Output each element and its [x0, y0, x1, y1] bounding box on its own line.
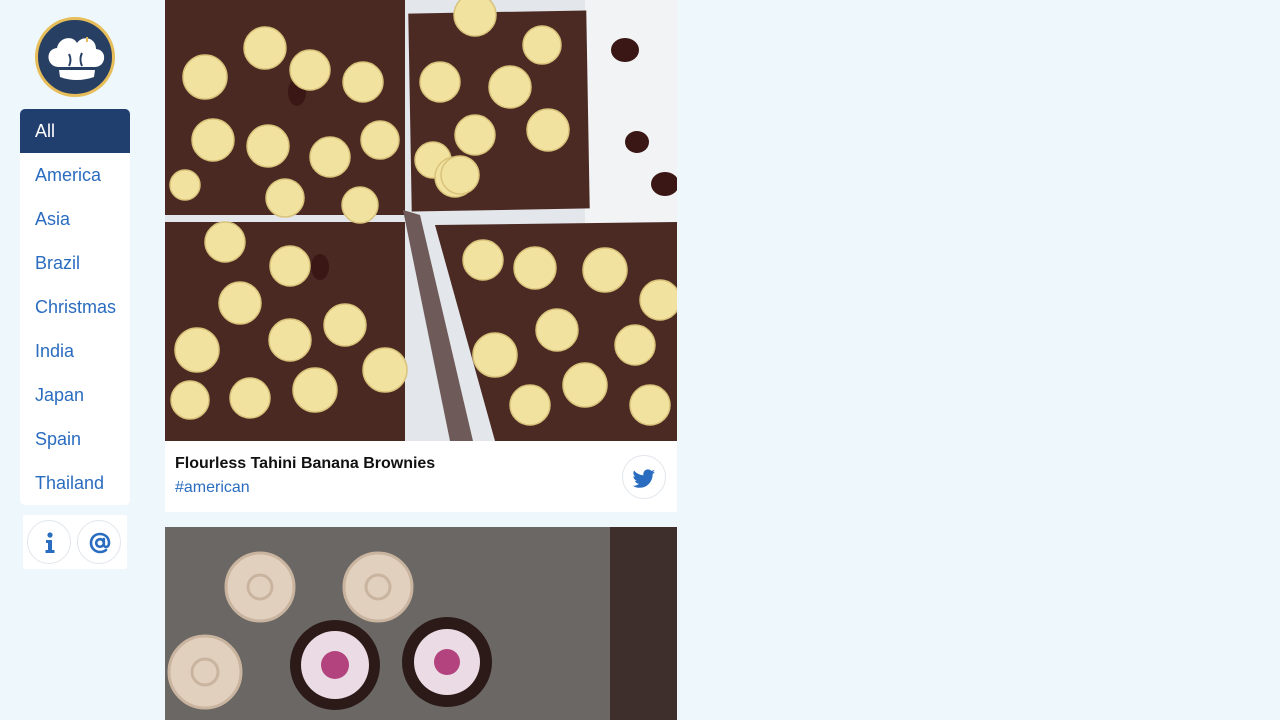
email-button[interactable]	[77, 520, 121, 564]
category-nav: All America Asia Brazil Christmas India …	[20, 109, 130, 505]
banana-brownies-photo[interactable]	[165, 0, 677, 441]
info-icon	[45, 532, 55, 553]
recipe-tag[interactable]: #american	[175, 479, 250, 497]
cupcakes-photo[interactable]	[165, 527, 677, 720]
info-button[interactable]	[27, 520, 71, 564]
nav-item-spain[interactable]: Spain	[20, 417, 130, 461]
recipe-card[interactable]: Flourless Tahini Banana Brownies #americ…	[165, 0, 677, 512]
nav-item-brazil[interactable]: Brazil	[20, 241, 130, 285]
social-links	[23, 515, 127, 569]
nav-item-all[interactable]: All	[20, 109, 130, 153]
nav-item-america[interactable]: America	[20, 153, 130, 197]
at-sign-icon	[89, 532, 111, 554]
recipe-card[interactable]	[165, 527, 677, 720]
nav-item-thailand[interactable]: Thailand	[20, 461, 130, 505]
site-logo[interactable]	[35, 17, 115, 97]
twitter-icon	[632, 469, 655, 488]
nav-item-asia[interactable]: Asia	[20, 197, 130, 241]
nav-item-japan[interactable]: Japan	[20, 373, 130, 417]
chef-hat-icon	[48, 37, 105, 80]
recipe-title[interactable]: Flourless Tahini Banana Brownies	[175, 455, 435, 473]
nav-item-india[interactable]: India	[20, 329, 130, 373]
nav-item-christmas[interactable]: Christmas	[20, 285, 130, 329]
twitter-share-button[interactable]	[622, 455, 666, 499]
